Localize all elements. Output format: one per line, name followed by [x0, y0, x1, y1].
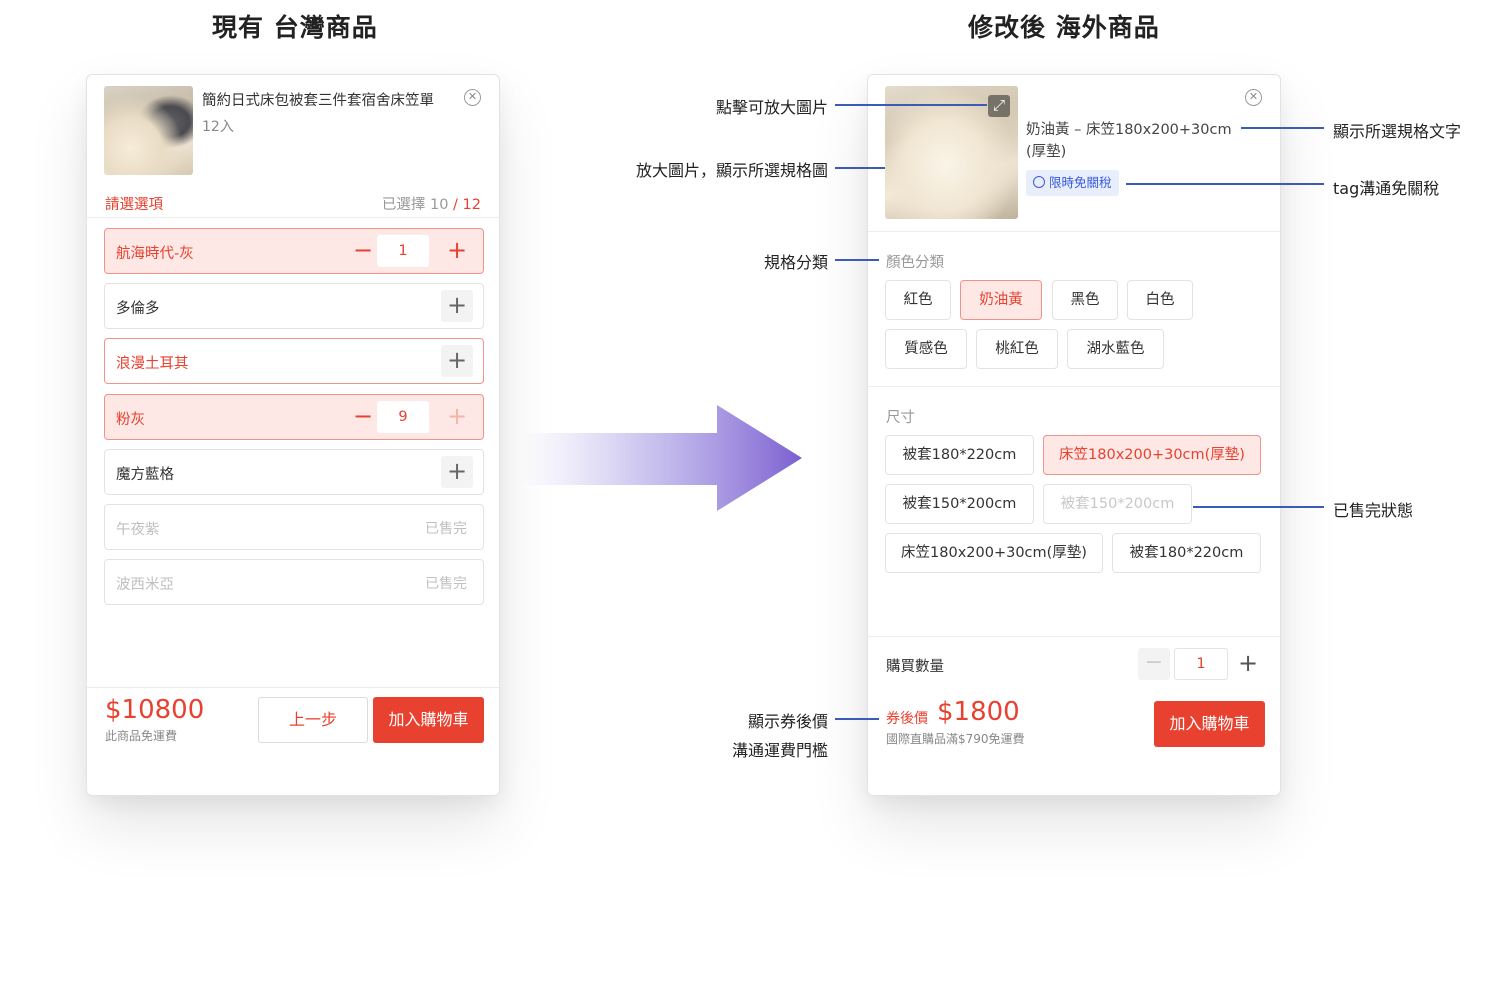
previous-button[interactable]: 上一步 — [258, 697, 368, 743]
annotation-category: 規格分類 — [763, 253, 828, 272]
divider — [87, 687, 499, 688]
color-chip[interactable]: 黑色 — [1052, 280, 1118, 320]
size-section-label: 尺寸 — [886, 410, 915, 426]
product-subtitle: 12入 — [202, 119, 234, 135]
annotation-line — [1126, 183, 1324, 185]
option-name: 多倫多 — [116, 301, 160, 317]
minus-button[interactable]: − — [347, 401, 379, 433]
size-chip[interactable]: 被套180*220cm — [1112, 533, 1261, 573]
quantity-value[interactable]: 1 — [1174, 648, 1228, 680]
annotation-line — [835, 259, 879, 261]
product-title: 簡約日式床包被套三件套宿舍床笠單 — [202, 93, 434, 109]
divider — [868, 386, 1280, 387]
annotation-line — [835, 104, 987, 106]
annotation-line — [835, 167, 885, 169]
color-chip[interactable]: 桃紅色 — [976, 329, 1058, 369]
annotation-line — [1241, 127, 1324, 129]
selected-spec-text: 奶油黃 – 床笠180x200+30cm (厚墊) — [1026, 122, 1232, 160]
size-chip-sold-out: 被套150*200cm — [1043, 484, 1192, 524]
add-to-cart-button[interactable]: 加入購物車 — [1154, 701, 1265, 747]
option-name: 午夜紫 — [116, 522, 160, 538]
annotation-coupon: 顯示券後價 — [747, 712, 828, 731]
add-to-cart-button[interactable]: 加入購物車 — [373, 697, 484, 743]
coupon-price-label: 券後價 — [886, 711, 928, 727]
option-name: 航海時代-灰 — [116, 246, 194, 262]
option-row[interactable]: 浪漫土耳其 + — [104, 338, 484, 384]
close-icon[interactable]: ✕ — [1245, 89, 1262, 106]
plus-button[interactable]: + — [441, 290, 473, 322]
minus-button[interactable]: − — [1138, 648, 1170, 680]
size-chip[interactable]: 床笠180x200+30cm(厚墊) — [885, 533, 1103, 573]
option-row: 波西米亞 已售完 — [104, 559, 484, 605]
annotation-shipping: 溝通運費門檻 — [731, 741, 828, 760]
color-chip[interactable]: 紅色 — [885, 280, 951, 320]
annotation-soldout: 已售完狀態 — [1333, 501, 1414, 520]
color-section-label: 顏色分類 — [886, 255, 944, 271]
color-chip[interactable]: 湖水藍色 — [1067, 329, 1164, 369]
divider — [868, 636, 1280, 637]
option-name: 魔方藍格 — [116, 467, 174, 483]
plus-button[interactable]: + — [441, 345, 473, 377]
option-row[interactable]: 粉灰 − 9 + — [104, 394, 484, 440]
quantity-stepper: − 9 + — [333, 401, 473, 433]
quantity-value[interactable]: 1 — [377, 235, 429, 267]
size-chip[interactable]: 被套180*220cm — [885, 435, 1034, 475]
close-icon[interactable]: ✕ — [464, 89, 481, 106]
expand-icon[interactable]: ⤢ — [988, 95, 1010, 117]
annotation-spec-text: 顯示所選規格文字 — [1333, 122, 1462, 141]
shipping-threshold-note: 國際直購品滿$790免運費 — [886, 732, 1025, 746]
size-chip[interactable]: 床笠180x200+30cm(厚墊) — [1043, 435, 1261, 475]
option-name: 粉灰 — [116, 412, 145, 428]
plus-button[interactable]: + — [441, 456, 473, 488]
shipping-note: 此商品免運費 — [105, 729, 178, 743]
color-chip[interactable]: 白色 — [1127, 280, 1193, 320]
sold-out-label: 已售完 — [425, 576, 467, 592]
option-name: 波西米亞 — [116, 577, 174, 593]
quantity-value[interactable]: 9 — [377, 401, 429, 433]
option-row: 午夜紫 已售完 — [104, 504, 484, 550]
arrow-graphic — [520, 405, 802, 511]
option-row[interactable]: 航海時代-灰 − 1 + — [104, 228, 484, 274]
divider — [87, 217, 499, 218]
choose-option-label: 請選選項 — [105, 197, 163, 213]
annotation-tag: tag溝通免關稅 — [1333, 179, 1440, 198]
minus-button[interactable]: − — [347, 235, 379, 267]
quantity-label: 購買數量 — [886, 659, 944, 675]
plus-button[interactable]: + — [1232, 648, 1264, 680]
selected-count: 已選擇 10 / 12 — [381, 197, 481, 213]
sold-out-label: 已售完 — [425, 521, 467, 537]
annotation-line — [835, 718, 879, 720]
size-chip[interactable]: 被套150*200cm — [885, 484, 1034, 524]
quantity-stepper: − 1 + — [333, 235, 473, 267]
plus-button[interactable]: + — [441, 235, 473, 267]
left-heading: 現有 台灣商品 — [212, 13, 378, 42]
divider — [868, 231, 1280, 232]
color-chip[interactable]: 質感色 — [885, 329, 967, 369]
color-chip[interactable]: 奶油黃 — [960, 280, 1042, 320]
annotation-enlarge: 放大圖片，顯示所選規格圖 — [635, 161, 828, 180]
price: $1800 — [937, 697, 1020, 727]
duty-free-tag: 限時免關稅 — [1026, 170, 1119, 196]
right-heading: 修改後 海外商品 — [968, 13, 1160, 42]
annotation-zoom: 點擊可放大圖片 — [715, 98, 828, 117]
annotation-line — [1193, 506, 1324, 508]
price: $10800 — [105, 695, 205, 725]
option-name: 浪漫土耳其 — [116, 356, 189, 372]
product-thumbnail[interactable] — [104, 86, 193, 175]
option-row[interactable]: 魔方藍格 + — [104, 449, 484, 495]
option-row[interactable]: 多倫多 + — [104, 283, 484, 329]
timer-icon — [1033, 176, 1045, 188]
current-product-panel: 簡約日式床包被套三件套宿舍床笠單 12入 ✕ 請選選項 已選擇 10 / 12 … — [86, 74, 500, 796]
plus-button[interactable]: + — [441, 401, 473, 433]
